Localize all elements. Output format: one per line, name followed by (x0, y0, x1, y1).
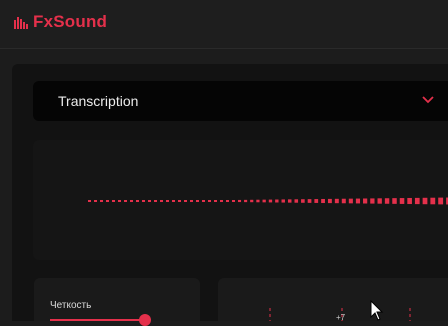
visualizer-bar (301, 199, 305, 203)
visualizer-bar (118, 200, 121, 202)
visualizer-bar (226, 200, 229, 202)
visualizer-bar (348, 198, 353, 204)
visualizer-bar (130, 200, 133, 202)
visualizer-bar (112, 200, 115, 202)
visualizer-bar (202, 200, 205, 202)
visualizer-bar (268, 199, 273, 203)
visualizer-bar (327, 198, 332, 204)
visualizer-bar (407, 197, 412, 205)
visualizer-bar (250, 199, 254, 203)
fxsound-logo: FxSound (14, 12, 107, 32)
visualizer-bar (341, 198, 346, 204)
visualizer-bar (166, 200, 169, 202)
visualizer-bar (287, 199, 292, 203)
visualizer-bar (232, 200, 235, 202)
visualizer-bar (184, 200, 187, 202)
visualizer-bar (321, 198, 325, 204)
visualizer-bar (294, 199, 299, 203)
app-title: FxSound (33, 12, 108, 31)
visualizer-bar (275, 199, 279, 203)
visualizer-bar (399, 198, 405, 204)
visualizer-bar (220, 200, 223, 202)
visualizer-bar (142, 200, 145, 202)
visualizer-bar (262, 199, 266, 203)
visualizer-bar (256, 199, 260, 203)
soundwave-icon (14, 17, 28, 29)
visualizer-bar (160, 200, 163, 202)
visualizer-bar (334, 198, 339, 204)
visualizer-bar (148, 200, 151, 202)
visualizer-bar (430, 197, 436, 205)
clarity-label: Четкость (50, 300, 92, 311)
mouse-cursor-icon (370, 300, 384, 321)
equalizer-band-lines (269, 308, 411, 321)
visualizer-bar (100, 200, 103, 202)
visualizer-bar (377, 198, 382, 204)
visualizer-bar (172, 200, 175, 202)
visualizer-bar (124, 200, 127, 202)
visualizer-bar (384, 198, 390, 204)
visualizer-bar (370, 198, 375, 204)
visualizer-bar (422, 197, 428, 205)
visualizer-bar (363, 198, 368, 204)
visualizer-bars (88, 197, 448, 205)
visualizer-bar (314, 199, 319, 203)
visualizer-bar (154, 200, 157, 202)
visualizer-bar (106, 200, 109, 202)
visualizer-bar (214, 200, 217, 202)
visualizer-bar (307, 199, 312, 203)
visualizer-bar (94, 200, 97, 202)
visualizer-bar (136, 200, 139, 202)
top-bar: FxSound (0, 0, 448, 49)
clarity-slider-knob[interactable] (139, 314, 151, 326)
visualizer-bar (244, 199, 248, 203)
visualizer-bar (392, 198, 397, 204)
visualizer-bar (190, 200, 193, 202)
chevron-down-icon[interactable] (421, 95, 435, 105)
preset-selected-label: Transcription (58, 93, 139, 109)
visualizer-bar (88, 200, 91, 202)
visualizer-bar (281, 199, 285, 203)
visualizer-bar (196, 200, 199, 202)
audio-visualizer (33, 140, 448, 260)
visualizer-bar (355, 198, 361, 204)
visualizer-bar (438, 197, 444, 205)
preset-dropdown[interactable]: Transcription (33, 81, 448, 121)
equalizer-panel: +7 (218, 278, 448, 322)
visualizer-bar (414, 197, 420, 205)
visualizer-bar (208, 200, 211, 202)
visualizer-bar (178, 200, 181, 202)
visualizer-bar (238, 199, 242, 203)
